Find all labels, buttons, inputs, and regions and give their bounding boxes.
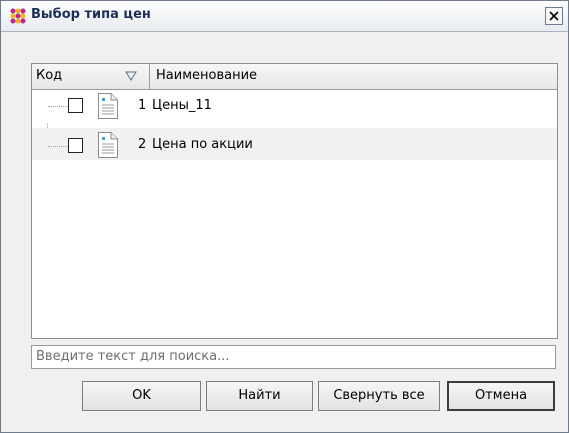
column-code-label: Код [36,68,63,83]
search-input[interactable] [36,347,546,366]
row-code: 2 [138,137,147,152]
close-icon [549,11,559,21]
ok-button[interactable]: OK [82,381,201,411]
tree-connector-line [48,146,68,147]
collapse-all-button[interactable]: Свернуть все [318,381,440,411]
tree-connector-line [48,106,68,107]
document-icon [98,132,118,158]
search-field[interactable] [31,345,556,369]
app-icon [10,8,26,24]
tree-row[interactable]: 2 Цена по акции [32,128,557,160]
row-code: 1 [138,98,147,113]
title-bar[interactable]: Выбор типа цен [1,1,568,32]
row-checkbox[interactable] [68,138,83,153]
price-type-dialog: Выбор типа цен Код Наименование 1 Цены_1… [0,0,569,433]
tree-row[interactable]: 1 Цены_11 [32,90,557,122]
column-header: Код Наименование [32,64,557,90]
price-types-tree[interactable]: Код Наименование 1 Цены_11 2 Цена по акц… [31,63,558,339]
column-name-label[interactable]: Наименование [156,68,257,83]
window-title: Выбор типа цен [31,7,151,22]
sort-descending-icon[interactable] [125,71,137,81]
column-header-code[interactable]: Код [32,64,150,89]
row-name: Цены_11 [152,98,212,113]
document-icon [98,93,118,119]
row-checkbox[interactable] [68,98,83,113]
row-name: Цена по акции [152,137,253,152]
close-button[interactable] [545,7,563,25]
cancel-button[interactable]: Отмена [447,381,555,411]
find-button[interactable]: Найти [206,381,313,411]
